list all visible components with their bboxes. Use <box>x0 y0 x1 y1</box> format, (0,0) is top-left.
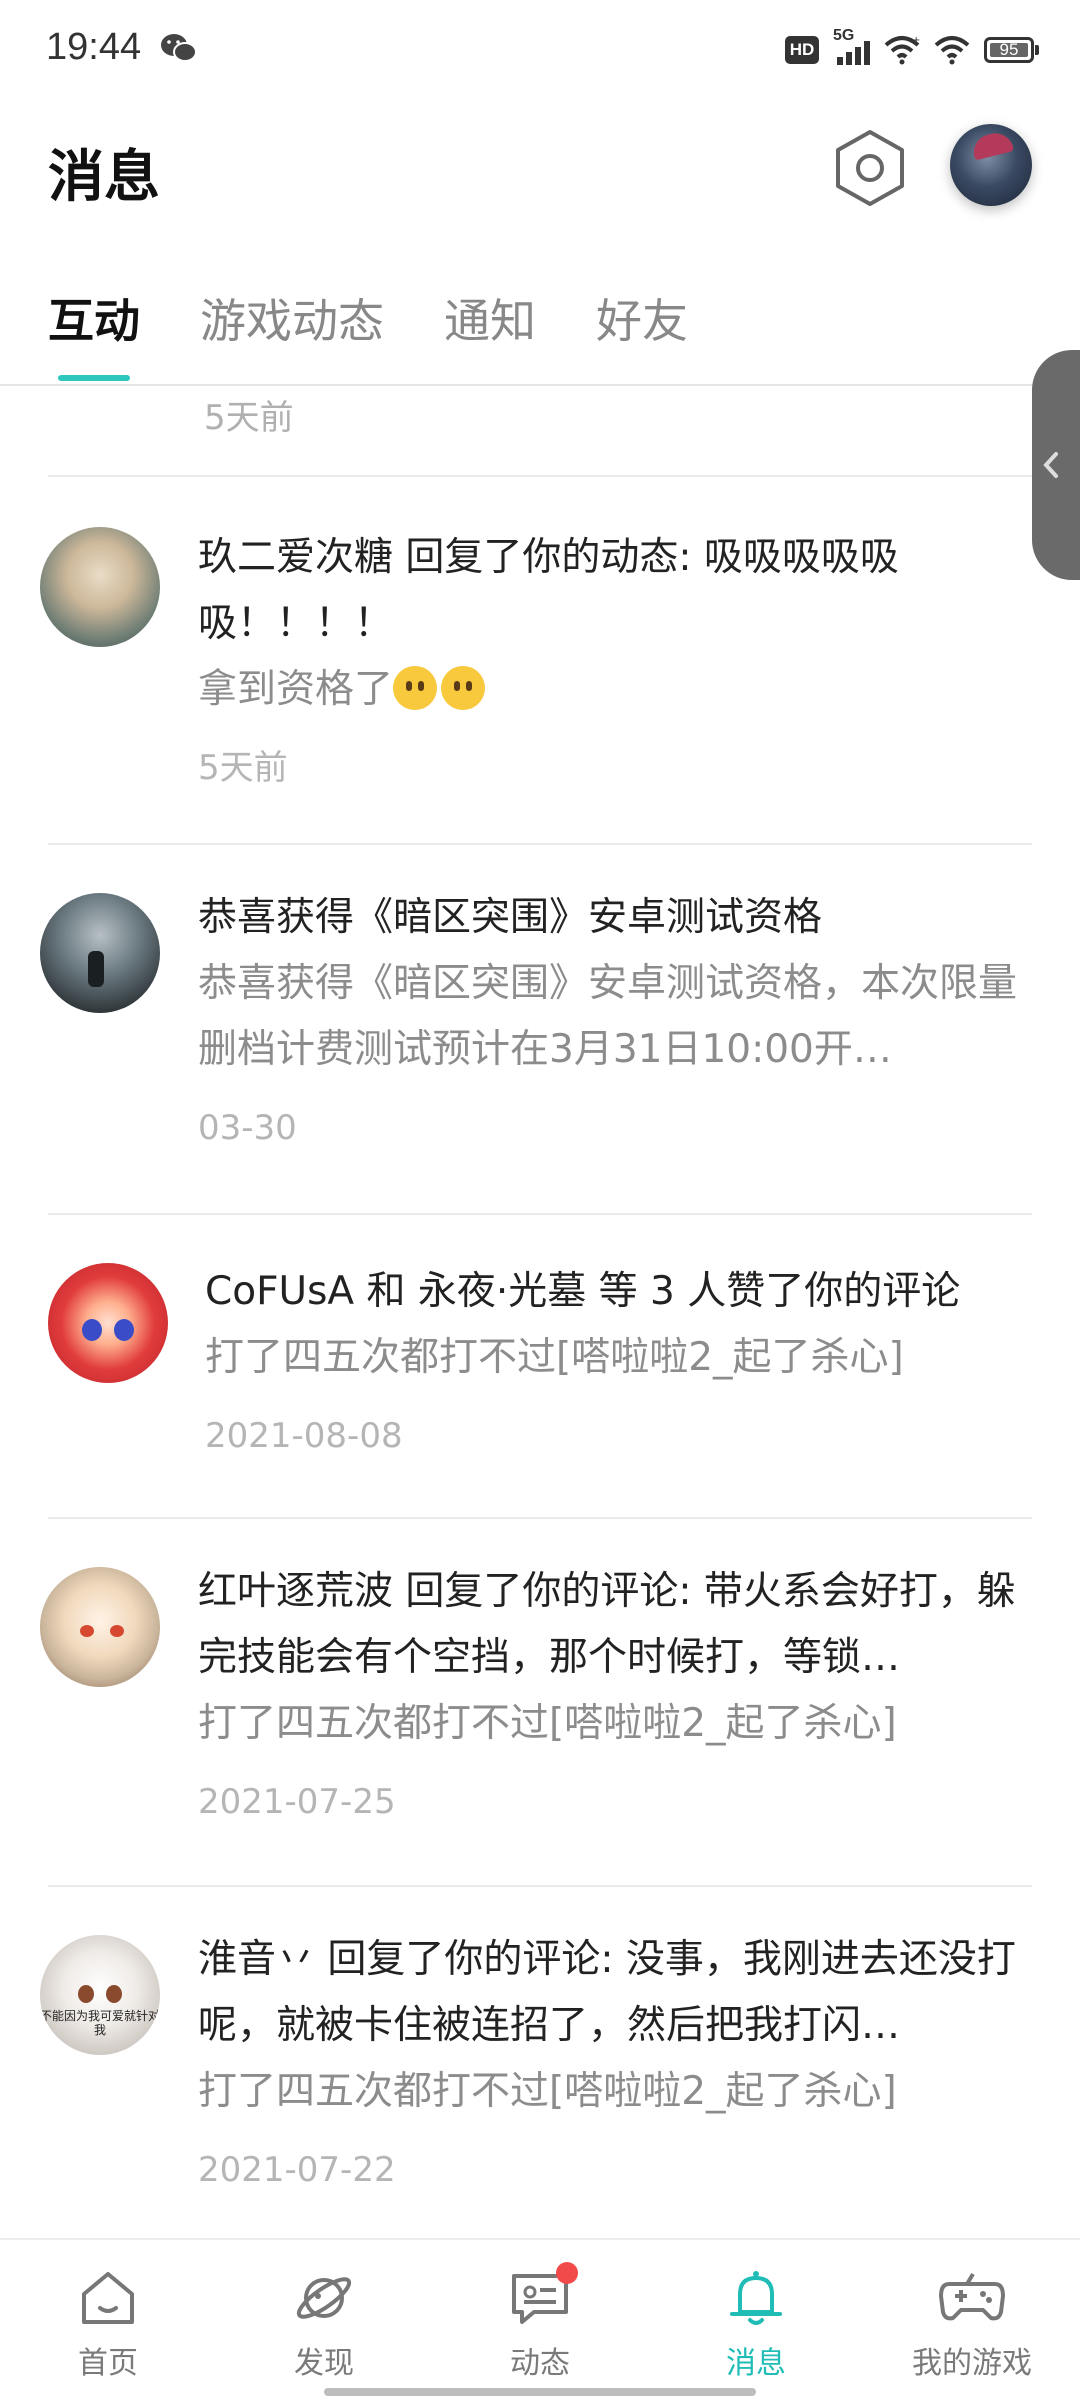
nav-label: 我的游戏 <box>912 2346 1032 2381</box>
nav-messages[interactable]: 消息 <box>676 2268 836 2382</box>
tab-divider <box>0 384 1080 386</box>
status-time: 19:44 <box>46 26 142 68</box>
item-time: 2021-08-08 <box>205 1416 403 1456</box>
avatar[interactable] <box>48 1263 168 1383</box>
nav-label: 发现 <box>294 2346 354 2381</box>
status-icons: HD 5G + 95 <box>785 27 1039 70</box>
page-title: 消息 <box>48 145 160 210</box>
item-title: 红叶逐荒波 回复了你的评论: 带火系会好打，躲完技能会有个空挡，那个时候打，等锁… <box>198 1569 1016 1680</box>
nav-feed[interactable]: 动态 <box>460 2262 620 2382</box>
wifi-icon: + <box>884 35 920 65</box>
tab-game-updates[interactable]: 游戏动态 <box>200 285 384 351</box>
item-subtext-text: 拿到资格了 <box>198 667 394 712</box>
item-time: 2021-07-22 <box>198 2150 396 2190</box>
item-subtext: 拿到资格了 <box>198 657 1032 723</box>
nav-label: 消息 <box>726 2346 786 2381</box>
nav-discover[interactable]: 发现 <box>244 2268 404 2382</box>
notification-badge <box>556 2262 578 2284</box>
avatar[interactable] <box>40 1567 160 1687</box>
tab-bar: 互动 游戏动态 通知 好友 <box>48 285 748 381</box>
wechat-icon <box>161 34 197 62</box>
nav-label: 动态 <box>510 2346 570 2381</box>
message-list: 玖二爱次糖 回复了你的动态: 吸吸吸吸吸吸！！！！ 拿到资格了 5天前 恭喜获得… <box>0 475 1080 2227</box>
avatar[interactable] <box>40 893 160 1013</box>
signal-icon: 5G <box>833 27 870 65</box>
gamepad-icon <box>939 2272 1005 2321</box>
planet-icon <box>296 2277 352 2319</box>
nav-my-games[interactable]: 我的游戏 <box>892 2268 1052 2382</box>
battery-level: 95 <box>999 40 1019 59</box>
list-item[interactable]: 恭喜获得《暗区突围》安卓测试资格 恭喜获得《暗区突围》安卓测试资格，本次限量删档… <box>0 845 1080 1213</box>
wifi-icon <box>934 36 970 65</box>
home-icon <box>82 2272 134 2324</box>
neutral-face-emoji <box>393 666 438 710</box>
home-indicator[interactable] <box>324 2388 756 2396</box>
item-subtext: 打了四五次都打不过[嗒啦啦2_起了杀心] <box>198 2069 897 2114</box>
item-title: 玖二爱次糖 回复了你的动态: 吸吸吸吸吸吸！！！！ <box>198 535 899 646</box>
hd-icon: HD <box>785 36 819 64</box>
avatar[interactable]: 不能因为我可爱就针对我 <box>40 1935 160 2055</box>
tab-interactions[interactable]: 互动 <box>48 285 140 381</box>
bell-icon <box>730 2271 782 2325</box>
network-type: 5G <box>833 27 855 44</box>
profile-avatar[interactable] <box>950 124 1032 206</box>
item-time: 2021-07-25 <box>198 1782 396 1822</box>
list-item[interactable]: 红叶逐荒波 回复了你的评论: 带火系会好打，躲完技能会有个空挡，那个时候打，等锁… <box>0 1519 1080 1885</box>
neutral-face-emoji <box>441 666 486 710</box>
item-subtext: 恭喜获得《暗区突围》安卓测试资格，本次限量删档计费测试预计在3月31日10:00… <box>198 961 1018 1072</box>
avatar[interactable] <box>40 527 160 647</box>
nav-label: 首页 <box>78 2346 138 2381</box>
item-title: 恭喜获得《暗区突围》安卓测试资格 <box>198 895 823 940</box>
nav-home[interactable]: 首页 <box>28 2268 188 2382</box>
battery-icon: 95 <box>984 37 1039 63</box>
bottom-nav: 首页 发现 动态 消息 我的游戏 <box>0 2238 1080 2402</box>
status-bar: 19:44 HD 5G + 95 <box>0 0 1080 100</box>
list-item[interactable]: CoFUsA 和 永夜·光墓 等 3 人赞了你的评论 打了四五次都打不过[嗒啦啦… <box>0 1215 1080 1517</box>
item-time: 5天前 <box>198 748 288 788</box>
item-time: 03-30 <box>198 1108 297 1148</box>
list-item[interactable]: 玖二爱次糖 回复了你的动态: 吸吸吸吸吸吸！！！！ 拿到资格了 5天前 <box>0 477 1080 843</box>
item-subtext: 打了四五次都打不过[嗒啦啦2_起了杀心] <box>198 1701 897 1746</box>
item-title: 淮音丷 回复了你的评论: 没事，我刚进去还没打呢，就被卡住被连招了，然后把我打闪… <box>198 1937 1016 2048</box>
settings-hexagon-icon[interactable] <box>832 128 908 208</box>
tab-notifications[interactable]: 通知 <box>444 285 536 351</box>
svg-text:+: + <box>912 35 920 46</box>
item-time: 5天前 <box>204 398 294 438</box>
avatar-caption: 不能因为我可爱就针对我 <box>40 2009 160 2037</box>
tab-friends[interactable]: 好友 <box>596 285 688 351</box>
list-item[interactable]: 不能因为我可爱就针对我 淮音丷 回复了你的评论: 没事，我刚进去还没打呢，就被卡… <box>0 1887 1080 2227</box>
item-subtext: 打了四五次都打不过[嗒啦啦2_起了杀心] <box>205 1335 904 1380</box>
item-title: CoFUsA 和 永夜·光墓 等 3 人赞了你的评论 <box>205 1269 961 1314</box>
